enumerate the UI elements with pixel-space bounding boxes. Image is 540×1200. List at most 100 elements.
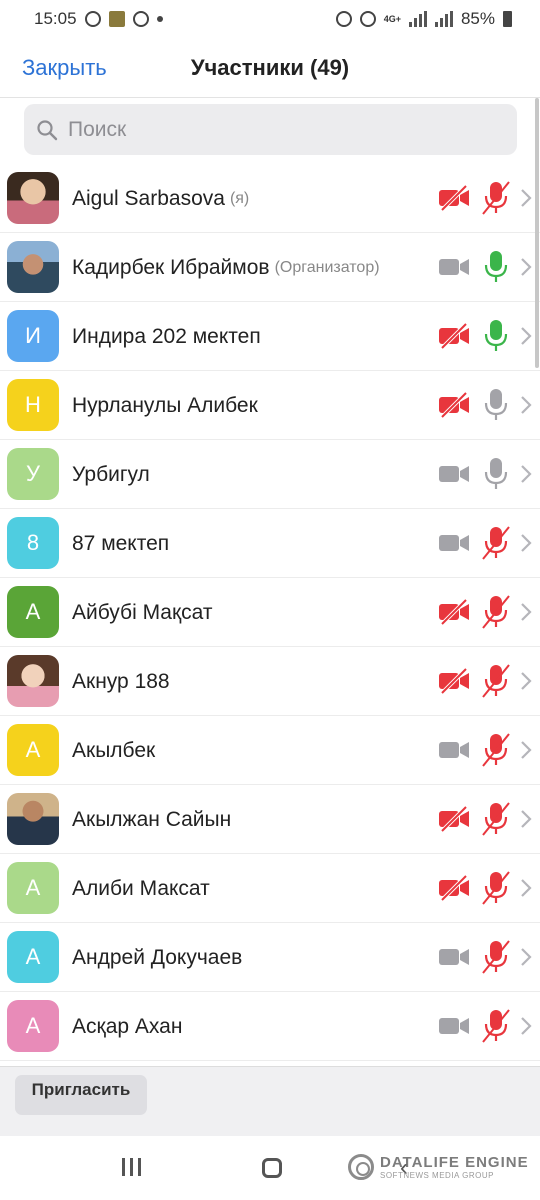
participant-row[interactable]: У Урбигул: [0, 440, 540, 509]
watermark: DATALIFE ENGINE SOFTNEWS MEDIA GROUP: [348, 1154, 529, 1180]
participant-name: Индира 202 мектеп: [72, 324, 261, 348]
participant-name: Акылбек: [72, 738, 156, 762]
search-input[interactable]: [68, 117, 488, 142]
participant-row[interactable]: Н Нурланулы Алибек: [0, 371, 540, 440]
mic-muted-icon: [481, 525, 511, 561]
mute-icon: [359, 11, 376, 27]
bottom-bar: Пригласить: [0, 1066, 540, 1136]
avatar: А: [7, 724, 59, 776]
microphone-icon: [481, 318, 511, 354]
avatar: [7, 241, 59, 293]
video-camera-icon: [438, 1012, 470, 1040]
avatar-letter: 8: [26, 530, 40, 555]
recent-apps-icon[interactable]: [122, 1158, 141, 1176]
avatar-letter: А: [25, 599, 41, 624]
participant-name-wrap: Айбубі Мақсат: [72, 578, 213, 647]
video-camera-icon: [438, 736, 470, 764]
mic-muted-icon: [481, 939, 511, 975]
participant-row[interactable]: Акылжан Сайын: [0, 785, 540, 854]
video-off-icon: [438, 874, 470, 902]
chevron-right-icon: [520, 740, 532, 760]
participant-row[interactable]: Акнур 188: [0, 647, 540, 716]
participant-row[interactable]: А Айбубі Мақсат: [0, 578, 540, 647]
search-icon: [37, 119, 58, 140]
chevron-right-icon: [520, 602, 532, 622]
participant-name: Андрей Докучаев: [72, 945, 243, 969]
app-notification-icon: [108, 11, 125, 27]
participant-row[interactable]: Кадирбек Ибраймов (Организатор): [0, 233, 540, 302]
video-camera-icon: [438, 943, 470, 971]
signal-icon: [408, 11, 427, 27]
chevron-right-icon: [520, 464, 532, 484]
mic-muted-icon: [481, 180, 511, 216]
battery-level: 85%: [460, 9, 495, 28]
avatar: 8: [7, 517, 59, 569]
chevron-right-icon: [520, 188, 532, 208]
video-camera-icon: [438, 253, 470, 281]
avatar-letter: А: [25, 737, 41, 762]
participant-row[interactable]: А Алиби Максат: [0, 854, 540, 923]
participant-name: Айбубі Мақсат: [72, 600, 213, 624]
participant-name: Акылжан Сайын: [72, 807, 232, 831]
chevron-right-icon: [520, 395, 532, 415]
participant-row[interactable]: А Акылбек: [0, 716, 540, 785]
participant-name-wrap: Индира 202 мектеп: [72, 302, 261, 371]
avatar: А: [7, 1000, 59, 1052]
network-type: 4G+: [383, 13, 401, 24]
chevron-right-icon: [520, 947, 532, 967]
participant-row[interactable]: 8 87 мектеп: [0, 509, 540, 578]
avatar: [7, 793, 59, 845]
chevron-right-icon: [520, 533, 532, 553]
participant-row[interactable]: Aigul Sarbasova (я): [0, 164, 540, 233]
mic-muted-icon: [481, 732, 511, 768]
mic-muted-icon: [481, 1008, 511, 1044]
search-box[interactable]: [24, 104, 517, 155]
chevron-right-icon: [520, 809, 532, 829]
mic-muted-icon: [481, 801, 511, 837]
video-off-icon: [438, 598, 470, 626]
participant-name-wrap: Урбигул: [72, 440, 150, 509]
scrollbar[interactable]: [535, 98, 539, 368]
participant-name-wrap: Андрей Докучаев: [72, 923, 242, 992]
participant-row[interactable]: А Асқар Ахан: [0, 992, 540, 1061]
close-button[interactable]: Закрыть: [22, 55, 107, 81]
video-off-icon: [438, 391, 470, 419]
avatar: А: [7, 586, 59, 638]
chevron-right-icon: [520, 1016, 532, 1036]
participant-role-tag: (Организатор): [274, 258, 380, 276]
participants-header: Участники (49) Закрыть: [0, 38, 540, 98]
participant-row[interactable]: И Индира 202 мектеп: [0, 302, 540, 371]
avatar: А: [7, 931, 59, 983]
video-off-icon: [438, 805, 470, 833]
video-off-icon: [438, 184, 470, 212]
home-icon[interactable]: [262, 1158, 282, 1178]
watermark-line1: DATALIFE ENGINE: [380, 1154, 529, 1171]
participant-name: Нурланулы Алибек: [72, 393, 258, 417]
status-bar: 15:05 4G+ 85%: [0, 0, 540, 38]
participant-row[interactable]: А Андрей Докучаев: [0, 923, 540, 992]
participant-name: Алиби Максат: [72, 876, 210, 900]
participant-name-wrap: Aigul Sarbasova (я): [72, 164, 249, 233]
video-camera-icon: [438, 460, 470, 488]
participant-name-wrap: Нурланулы Алибек: [72, 371, 258, 440]
chevron-right-icon: [520, 878, 532, 898]
chevron-right-icon: [520, 671, 532, 691]
mic-muted-icon: [481, 663, 511, 699]
avatar-letter: А: [25, 1013, 41, 1038]
avatar-letter: Н: [25, 392, 41, 417]
chevron-right-icon: [520, 326, 532, 346]
avatar: Н: [7, 379, 59, 431]
participant-name-wrap: Акылжан Сайын: [72, 785, 231, 854]
alarm-icon: [335, 11, 352, 27]
avatar: [7, 655, 59, 707]
shield-icon: [132, 11, 149, 27]
participant-name-wrap: Акнур 188: [72, 647, 170, 716]
video-off-icon: [438, 667, 470, 695]
avatar: И: [7, 310, 59, 362]
microphone-icon: [481, 387, 511, 423]
avatar-letter: И: [25, 323, 41, 348]
invite-button[interactable]: Пригласить: [15, 1075, 147, 1115]
participant-name-wrap: Асқар Ахан: [72, 992, 182, 1061]
battery-icon: [503, 11, 512, 27]
video-off-icon: [438, 322, 470, 350]
